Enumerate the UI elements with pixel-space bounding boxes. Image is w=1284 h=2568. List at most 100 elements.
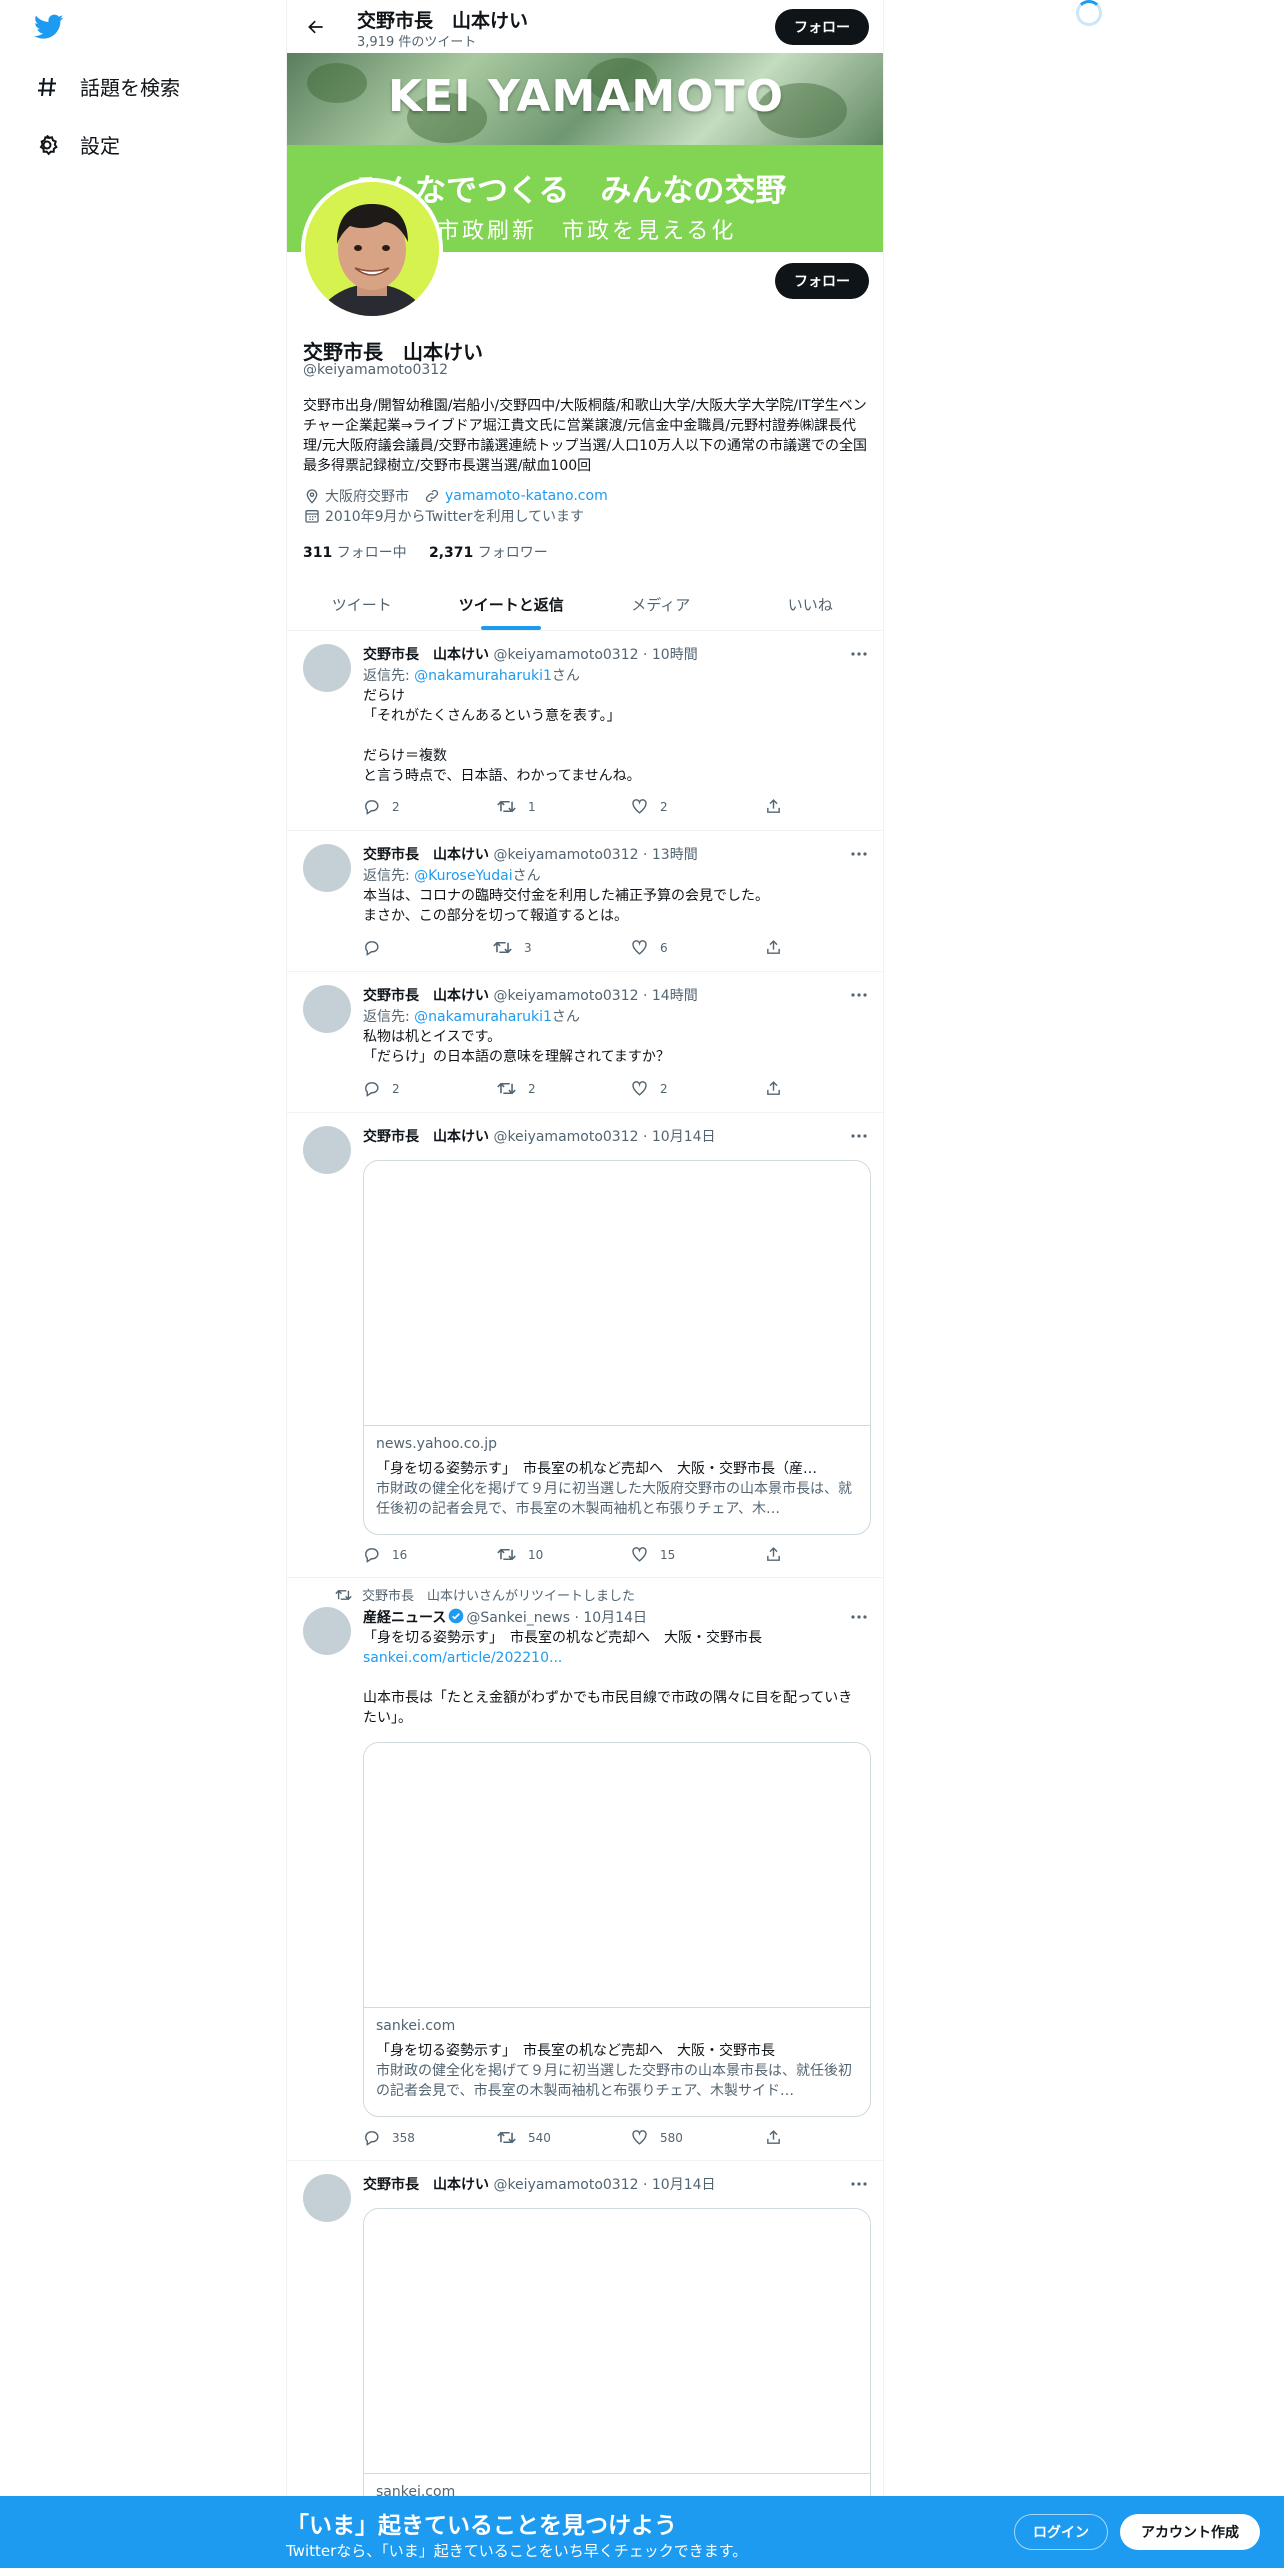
tweet-avatar[interactable] <box>303 2174 351 2222</box>
followers-link[interactable]: 2,371 フォロワー <box>429 545 548 561</box>
tweet-time[interactable]: · 10月14日 <box>643 2177 716 2193</box>
tweet-author-name[interactable]: 交野市長 山本けい <box>363 2177 489 2193</box>
retweet-button[interactable]: 3 <box>493 939 532 956</box>
signup-button[interactable]: アカウント作成 <box>1120 2514 1260 2550</box>
tweet[interactable]: 交野市長 山本けい @keiyamamoto0312 · 10月14日 news… <box>287 1114 883 1578</box>
more-options-icon[interactable] <box>849 985 869 1005</box>
following-link[interactable]: 311 フォロー中 <box>303 545 407 561</box>
tweet-time[interactable]: · 10月14日 <box>643 1129 716 1145</box>
tweet[interactable]: 交野市長 山本けい @keiyamamoto0312 · 10時間 返信先: @… <box>287 632 883 831</box>
reply-icon <box>365 941 379 956</box>
share-button[interactable] <box>765 1080 794 1097</box>
tweet-time[interactable]: · 10月14日 <box>574 1610 647 1626</box>
reply-to-user-link[interactable]: @KuroseYudai <box>414 868 512 884</box>
tweet-avatar[interactable] <box>303 1126 351 1174</box>
reply-count: 2 <box>392 799 400 814</box>
tweet-avatar[interactable] <box>303 985 351 1033</box>
tweet-avatar[interactable] <box>303 1607 351 1655</box>
tweet-actions: 2 2 2 <box>363 1080 783 1100</box>
tweet-time[interactable]: · 13時間 <box>643 847 698 863</box>
like-button[interactable]: 2 <box>631 798 668 815</box>
share-button[interactable] <box>765 1546 794 1563</box>
retweet-button[interactable]: 540 <box>497 2129 551 2146</box>
nav-settings[interactable]: 設定 <box>34 130 120 159</box>
profile-follow-button[interactable]: フォロー <box>775 263 869 299</box>
reply-button[interactable]: 16 <box>363 1546 407 1563</box>
twitter-logo-icon[interactable] <box>34 14 68 44</box>
profile-avatar[interactable] <box>301 178 443 320</box>
share-button[interactable] <box>765 798 794 815</box>
retweet-button[interactable]: 2 <box>497 1080 536 1097</box>
back-button[interactable] <box>301 12 331 42</box>
like-button[interactable]: 2 <box>631 1080 668 1097</box>
reply-button[interactable]: 358 <box>363 2129 415 2146</box>
tweet-author-name[interactable]: 交野市長 山本けい <box>363 847 489 863</box>
nav-explore[interactable]: 話題を検索 <box>34 72 180 101</box>
reply-to-user-link[interactable]: @nakamuraharuki1 <box>414 668 552 684</box>
like-count: 580 <box>660 2130 683 2145</box>
tab-tweets-and-replies[interactable]: ツイートと返信 <box>437 578 587 630</box>
tweet-author-handle[interactable]: @keiyamamoto0312 <box>493 647 638 663</box>
share-icon <box>767 2130 780 2144</box>
retweet-note-text[interactable]: 交野市長 山本けいさんがリツイートしました <box>362 1585 635 1604</box>
tab-tweets[interactable]: ツイート <box>287 578 437 630</box>
more-options-icon[interactable] <box>849 644 869 664</box>
tweet-author-name[interactable]: 産経ニュース <box>363 1610 446 1626</box>
reply-button[interactable]: 2 <box>363 798 400 815</box>
reply-to-prefix: 返信先: <box>363 868 415 884</box>
heart-icon <box>632 940 647 955</box>
tweet-avatar[interactable] <box>303 644 351 692</box>
followers-label: フォロワー <box>477 545 548 561</box>
tweet[interactable]: 交野市長 山本けい @keiyamamoto0312 · 14時間 返信先: @… <box>287 973 883 1113</box>
more-options-icon[interactable] <box>849 2174 869 2194</box>
reply-to-suffix: さん <box>512 868 541 884</box>
link-card[interactable]: news.yahoo.co.jp 「身を切る姿勢示す」 市長室の机など売却へ 大… <box>363 1160 871 1535</box>
tweet-actions: 2 1 2 <box>363 798 783 818</box>
tweet-header: 交野市長 山本けい @keiyamamoto0312 · 14時間 <box>363 985 698 1005</box>
retweet-icon <box>497 1548 516 1561</box>
retweet-count: 3 <box>524 940 532 955</box>
tweet-avatar[interactable] <box>303 844 351 892</box>
signup-prompt-subtitle: Twitterなら、「いま」起きていることをいち早くチェックできます。 <box>286 2542 748 2560</box>
link-card[interactable]: sankei.com 「身を切る姿勢示す」 市長室の机など売却へ 大阪・交野市長… <box>363 1742 871 2117</box>
tweet-author-handle[interactable]: @keiyamamoto0312 <box>493 2177 638 2193</box>
tab-likes[interactable]: いいね <box>736 578 884 630</box>
tab-media[interactable]: メディア <box>586 578 736 630</box>
profile-website-link[interactable]: yamamoto-katano.com <box>445 488 608 504</box>
left-navigation: 話題を検索 設定 <box>0 0 286 2568</box>
retweet-count: 2 <box>528 1081 536 1096</box>
retweet-button[interactable]: 1 <box>497 798 536 815</box>
tweet-author-name[interactable]: 交野市長 山本けい <box>363 647 489 663</box>
more-options-icon[interactable] <box>849 1126 869 1146</box>
tweet-time[interactable]: · 10時間 <box>643 647 698 663</box>
more-options-icon[interactable] <box>849 1607 869 1627</box>
tweet-author-handle[interactable]: @keiyamamoto0312 <box>493 1129 638 1145</box>
reply-button[interactable]: 2 <box>363 1080 400 1097</box>
tweet[interactable]: 交野市長 山本けいさんがリツイートしました 産経ニュース @Sankei_news… <box>287 1579 883 2161</box>
retweet-icon <box>497 2131 516 2144</box>
tweet-author-handle[interactable]: @keiyamamoto0312 <box>493 847 638 863</box>
tweet-author-name[interactable]: 交野市長 山本けい <box>363 1129 489 1145</box>
share-button[interactable] <box>765 2129 794 2146</box>
like-button[interactable]: 15 <box>631 1546 675 1563</box>
reply-button[interactable] <box>363 939 392 956</box>
reply-to-suffix: さん <box>551 1009 580 1025</box>
tweet-author-handle[interactable]: @Sankei_news <box>466 1610 570 1626</box>
retweet-button[interactable]: 10 <box>497 1546 543 1563</box>
tweet-text-2: 山本市長は「たとえ金額がわずかでも市民目線で市政の隅々に目を配っていきたい」。 <box>363 1690 853 1726</box>
more-options-icon[interactable] <box>849 844 869 864</box>
link-card-domain: news.yahoo.co.jp <box>376 1436 497 1452</box>
like-button[interactable]: 580 <box>631 2129 683 2146</box>
like-button[interactable]: 6 <box>631 939 668 956</box>
login-button[interactable]: ログイン <box>1014 2514 1108 2550</box>
share-button[interactable] <box>765 939 794 956</box>
link-card-description: 市財政の健全化を掲げて９月に初当選した交野市の山本景市長は、就任後初の記者会見で… <box>376 2063 852 2099</box>
reply-to-user-link[interactable]: @nakamuraharuki1 <box>414 1009 552 1025</box>
tweet[interactable]: 交野市長 山本けい @keiyamamoto0312 · 13時間 返信先: @… <box>287 832 883 972</box>
tweet-author-handle[interactable]: @keiyamamoto0312 <box>493 988 638 1004</box>
tweet-link[interactable]: sankei.com/article/202210... <box>363 1648 863 1668</box>
tweet-author-name[interactable]: 交野市長 山本けい <box>363 988 489 1004</box>
header-follow-button[interactable]: フォロー <box>775 9 869 45</box>
tweet-actions: 16 10 15 <box>363 1546 783 1566</box>
tweet-time[interactable]: · 14時間 <box>643 988 698 1004</box>
